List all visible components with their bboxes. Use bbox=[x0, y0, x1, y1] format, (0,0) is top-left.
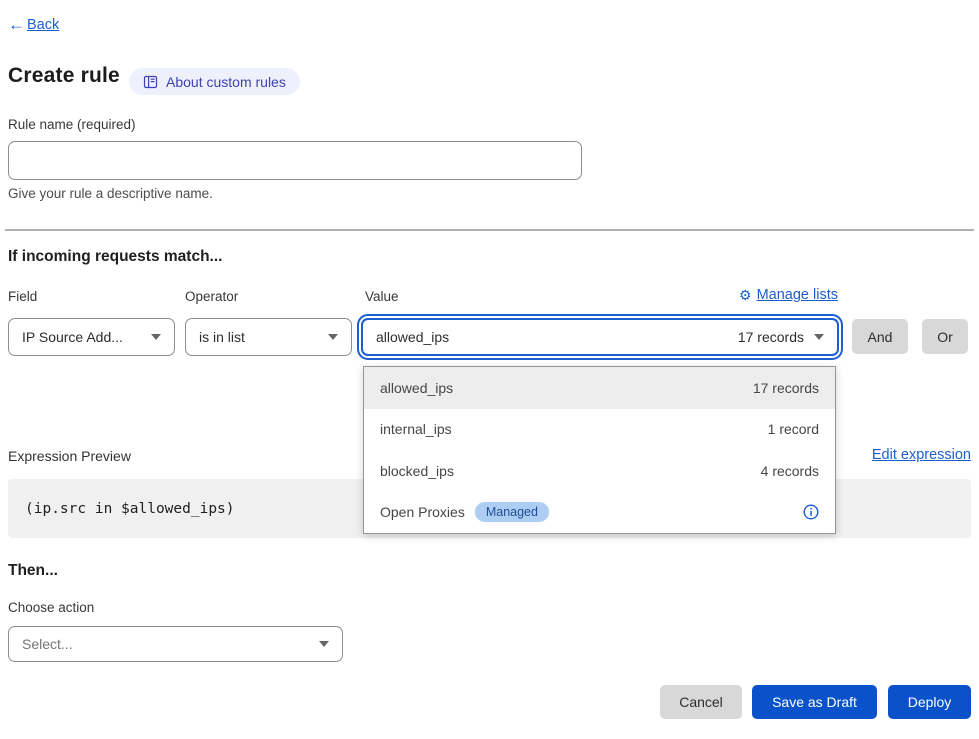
field-label: Field bbox=[8, 289, 37, 304]
field-select[interactable]: IP Source Add... bbox=[8, 318, 175, 356]
value-select[interactable]: allowed_ips 17 records bbox=[361, 318, 839, 356]
expression-preview-label: Expression Preview bbox=[8, 448, 131, 464]
value-label: Value bbox=[365, 289, 399, 304]
save-as-draft-button[interactable]: Save as Draft bbox=[752, 685, 877, 719]
field-select-value: IP Source Add... bbox=[22, 329, 123, 345]
about-badge-label: About custom rules bbox=[166, 74, 286, 90]
operator-label: Operator bbox=[185, 289, 238, 304]
about-custom-rules-badge[interactable]: About custom rules bbox=[129, 68, 300, 95]
manage-lists-link[interactable]: ⚙ Manage lists bbox=[727, 287, 838, 303]
rule-name-label: Rule name (required) bbox=[8, 117, 136, 132]
then-section-heading: Then... bbox=[8, 562, 58, 580]
value-dropdown-menu: allowed_ips 17 records internal_ips 1 re… bbox=[363, 366, 836, 534]
deploy-button[interactable]: Deploy bbox=[888, 685, 971, 719]
section-divider bbox=[5, 229, 974, 231]
list-item-name: internal_ips bbox=[380, 421, 452, 437]
back-link[interactable]: Back bbox=[27, 17, 59, 33]
operator-select-value: is in list bbox=[199, 329, 245, 345]
breadcrumb: ← Back bbox=[8, 16, 59, 33]
list-item-open-proxies[interactable]: Open Proxies Managed bbox=[364, 492, 835, 534]
list-item-meta: 4 records bbox=[761, 463, 819, 479]
list-item-internal-ips[interactable]: internal_ips 1 record bbox=[364, 409, 835, 451]
book-icon bbox=[143, 75, 158, 89]
list-item-meta: 17 records bbox=[753, 380, 819, 396]
value-select-value: allowed_ips bbox=[376, 329, 449, 345]
gear-icon: ⚙ bbox=[739, 288, 752, 302]
info-icon[interactable] bbox=[803, 504, 819, 520]
rule-name-input[interactable] bbox=[8, 141, 582, 180]
list-item-name: allowed_ips bbox=[380, 380, 453, 396]
page-title: Create rule bbox=[8, 64, 120, 88]
list-item-blocked-ips[interactable]: blocked_ips 4 records bbox=[364, 450, 835, 492]
cancel-button[interactable]: Cancel bbox=[660, 685, 742, 719]
action-select[interactable]: Select... bbox=[8, 626, 343, 662]
list-item-meta: 1 record bbox=[768, 421, 819, 437]
list-item-name: Open Proxies bbox=[380, 504, 465, 520]
chevron-down-icon bbox=[319, 641, 329, 647]
chevron-down-icon bbox=[151, 334, 161, 340]
manage-lists-label: Manage lists bbox=[757, 287, 838, 303]
action-select-placeholder: Select... bbox=[22, 636, 73, 652]
back-arrow-icon: ← bbox=[8, 16, 25, 33]
operator-select[interactable]: is in list bbox=[185, 318, 352, 356]
list-item-allowed-ips[interactable]: allowed_ips 17 records bbox=[364, 367, 835, 409]
value-select-records: 17 records bbox=[738, 329, 804, 345]
list-item-name: blocked_ips bbox=[380, 463, 454, 479]
rule-name-help: Give your rule a descriptive name. bbox=[8, 186, 213, 201]
managed-badge: Managed bbox=[475, 502, 549, 522]
chevron-down-icon bbox=[328, 334, 338, 340]
expression-code: (ip.src in $allowed_ips) bbox=[25, 501, 235, 517]
chevron-down-icon bbox=[814, 334, 824, 340]
edit-expression-link[interactable]: Edit expression bbox=[845, 447, 971, 463]
choose-action-label: Choose action bbox=[8, 600, 94, 615]
match-section-heading: If incoming requests match... bbox=[8, 248, 222, 266]
or-button[interactable]: Or bbox=[922, 319, 968, 354]
and-button[interactable]: And bbox=[852, 319, 908, 354]
